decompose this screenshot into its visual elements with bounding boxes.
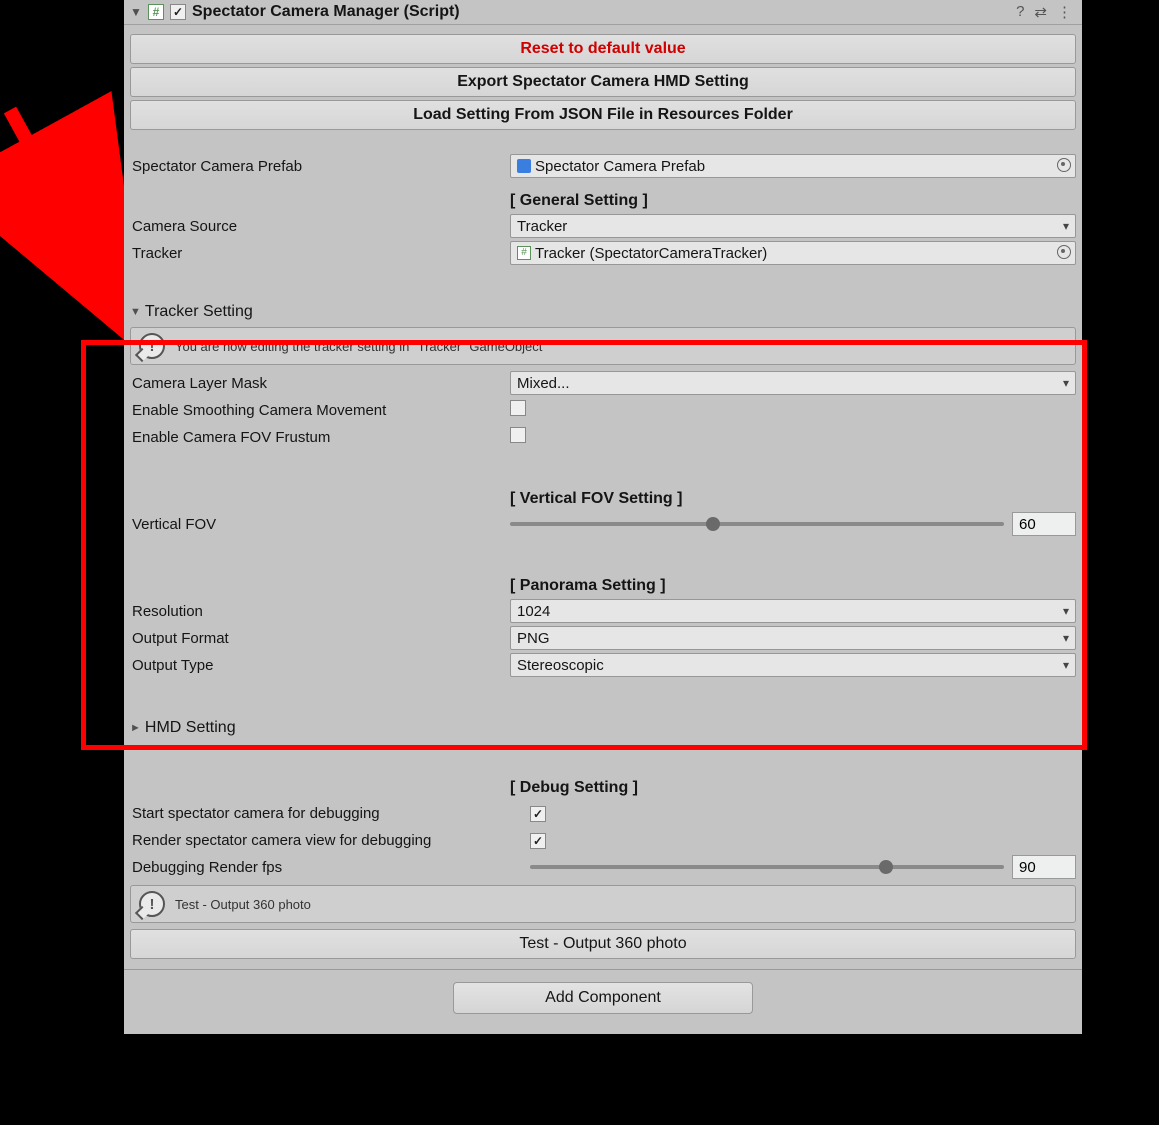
component-title: Spectator Camera Manager (Script) xyxy=(192,3,1010,21)
frustum-checkbox[interactable] xyxy=(510,427,526,443)
vfov-heading: [ Vertical FOV Setting ] xyxy=(510,490,682,508)
start-debug-checkbox[interactable] xyxy=(530,806,546,822)
component-enabled-checkbox[interactable] xyxy=(170,4,186,20)
foldout-arrow-icon xyxy=(130,722,141,734)
inspector-panel: ▼ # Spectator Camera Manager (Script) ? … xyxy=(124,0,1082,1034)
render-debug-label: Render spectator camera view for debuggi… xyxy=(130,832,530,849)
export-button[interactable]: Export Spectator Camera HMD Setting xyxy=(130,67,1076,97)
render-debug-checkbox[interactable] xyxy=(530,833,546,849)
layer-mask-value: Mixed... xyxy=(517,375,570,392)
camera-source-label: Camera Source xyxy=(130,218,510,235)
frustum-label: Enable Camera FOV Frustum xyxy=(130,429,510,446)
hmd-setting-label: HMD Setting xyxy=(145,719,236,737)
info-icon: ! xyxy=(139,891,165,917)
add-component-button[interactable]: Add Component xyxy=(453,982,753,1014)
debug-fps-label: Debugging Render fps xyxy=(130,859,530,876)
smoothing-label: Enable Smoothing Camera Movement xyxy=(130,402,510,419)
tracker-info-text: You are now editing the tracker setting … xyxy=(175,339,542,354)
tracker-object-field[interactable]: # Tracker (SpectatorCameraTracker) xyxy=(510,241,1076,265)
info-icon: ! xyxy=(139,333,165,359)
resolution-value: 1024 xyxy=(517,603,550,620)
foldout-arrow-icon xyxy=(130,306,141,318)
test-output-360-button[interactable]: Test - Output 360 photo xyxy=(130,929,1076,959)
general-setting-heading: [ General Setting ] xyxy=(510,192,648,210)
vfov-slider[interactable] xyxy=(510,522,1004,526)
slider-thumb-icon[interactable] xyxy=(879,860,893,874)
tracker-info-box: ! You are now editing the tracker settin… xyxy=(130,327,1076,365)
prefab-label: Spectator Camera Prefab xyxy=(130,158,510,175)
menu-icon[interactable]: ⋮ xyxy=(1057,3,1072,21)
debug-info-box: ! Test - Output 360 photo xyxy=(130,885,1076,923)
resolution-label: Resolution xyxy=(130,603,510,620)
debug-fps-slider[interactable] xyxy=(530,865,1004,869)
tracker-script-icon: # xyxy=(517,246,531,260)
preset-icon[interactable]: ⇄ xyxy=(1034,3,1047,21)
debug-heading: [ Debug Setting ] xyxy=(510,779,638,797)
prefab-object-field[interactable]: Spectator Camera Prefab xyxy=(510,154,1076,178)
output-type-dropdown[interactable]: Stereoscopic xyxy=(510,653,1076,677)
component-foldout-icon[interactable]: ▼ xyxy=(130,5,142,19)
vfov-label: Vertical FOV xyxy=(130,516,510,533)
object-picker-icon[interactable] xyxy=(1057,245,1071,259)
script-icon: # xyxy=(148,4,164,20)
help-icon[interactable]: ? xyxy=(1016,3,1024,21)
resolution-dropdown[interactable]: 1024 xyxy=(510,599,1076,623)
debug-fps-field[interactable] xyxy=(1012,855,1076,879)
prefab-cube-icon xyxy=(517,159,531,173)
output-type-label: Output Type xyxy=(130,657,510,674)
tracker-value: Tracker (SpectatorCameraTracker) xyxy=(535,245,767,262)
component-header: ▼ # Spectator Camera Manager (Script) ? … xyxy=(124,0,1082,25)
camera-source-value: Tracker xyxy=(517,218,567,235)
hmd-setting-foldout[interactable]: HMD Setting xyxy=(130,719,1076,737)
reset-button[interactable]: Reset to default value xyxy=(130,34,1076,64)
camera-source-dropdown[interactable]: Tracker xyxy=(510,214,1076,238)
debug-info-text: Test - Output 360 photo xyxy=(175,897,311,912)
load-button[interactable]: Load Setting From JSON File in Resources… xyxy=(130,100,1076,130)
output-format-dropdown[interactable]: PNG xyxy=(510,626,1076,650)
panorama-heading: [ Panorama Setting ] xyxy=(510,577,666,595)
tracker-setting-label: Tracker Setting xyxy=(145,303,253,321)
layer-mask-dropdown[interactable]: Mixed... xyxy=(510,371,1076,395)
object-picker-icon[interactable] xyxy=(1057,158,1071,172)
output-format-value: PNG xyxy=(517,630,550,647)
layer-mask-label: Camera Layer Mask xyxy=(130,375,510,392)
slider-thumb-icon[interactable] xyxy=(706,517,720,531)
tracker-label: Tracker xyxy=(130,245,510,262)
smoothing-checkbox[interactable] xyxy=(510,400,526,416)
prefab-value: Spectator Camera Prefab xyxy=(535,158,705,175)
tracker-setting-foldout[interactable]: Tracker Setting xyxy=(130,303,1076,321)
vfov-number-field[interactable] xyxy=(1012,512,1076,536)
output-format-label: Output Format xyxy=(130,630,510,647)
output-type-value: Stereoscopic xyxy=(517,657,604,674)
start-debug-label: Start spectator camera for debugging xyxy=(130,805,530,822)
